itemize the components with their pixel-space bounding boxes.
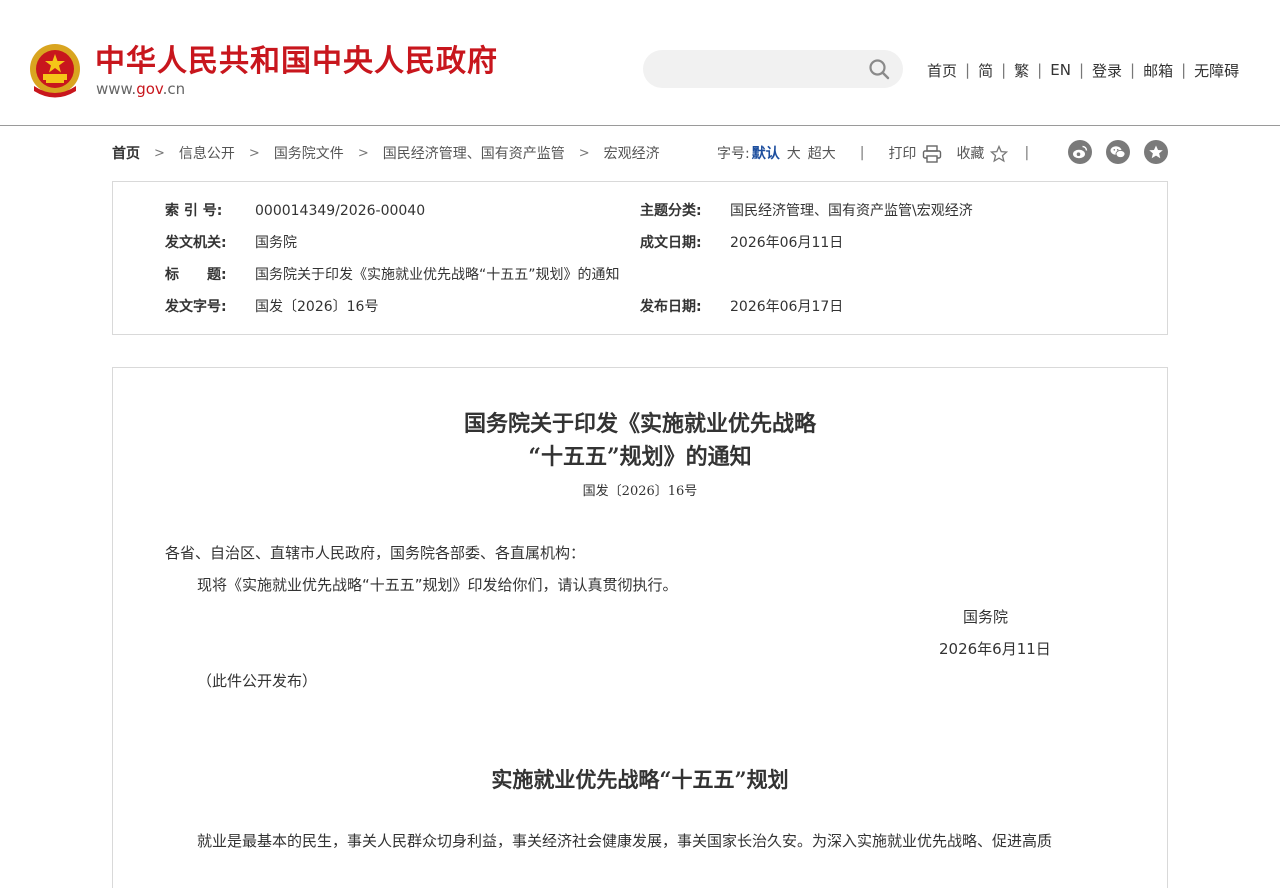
domain-suffix: .cn [162,80,186,98]
nav-english[interactable]: EN [1050,61,1071,79]
meta-written-label: 成文日期: [640,235,702,251]
breadcrumb-home[interactable]: 首页 [112,143,140,163]
print-label: 打印 [888,146,917,162]
meta-issuer-label: 发文机关: [165,235,227,251]
nav-traditional[interactable]: 繁 [1014,60,1029,81]
wechat-icon [1110,146,1126,159]
nav-separator: | [1001,61,1007,79]
nav-separator: | [1130,61,1136,79]
nav-separator: | [1181,61,1187,79]
nav-login[interactable]: 登录 [1092,60,1122,81]
article-signer: 国务院 [963,608,1009,626]
article-title-line-1: 国务院关于印发《实施就业优先战略 [463,411,816,437]
tools-separator: | [859,145,865,161]
search-input[interactable] [659,50,863,90]
domain-main: gov [136,80,163,98]
breadcrumb-state-council-docs[interactable]: 国务院文件 [274,143,344,163]
meta-published-label: 发布日期: [640,299,702,315]
meta-written-row: 成文日期: 2026年06月11日 [640,232,843,254]
meta-docno-value: 国发〔2026〕16号 [255,299,379,315]
breadcrumb-macro-economy[interactable]: 宏观经济 [604,143,660,163]
meta-title-value: 国务院关于印发《实施就业优先战略“十五五”规划》的通知 [255,267,620,283]
plan-title: 实施就业优先战略“十五五”规划 [491,767,789,792]
document-metadata: 索 引 号: 000014349/2026-00040 主题分类: 国民经济管理、国… [112,181,1168,335]
nav-separator: | [1078,61,1084,79]
article-sign-date: 2026年6月11日 [939,640,1051,658]
favorite-star-icon [1149,145,1163,159]
search-box [643,50,903,90]
print-button[interactable]: 打印 [888,143,942,163]
nav-separator: | [965,61,971,79]
breadcrumb-arrow-icon: > [578,145,590,161]
tools-separator: | [1024,145,1030,161]
breadcrumb-arrow-icon: > [248,145,260,161]
meta-issuer-row: 发文机关: 国务院 [165,232,297,254]
meta-index-row: 索 引 号: 000014349/2026-00040 [165,200,425,222]
font-size-xlarge[interactable]: 超大 [808,143,836,163]
share-favorite-button[interactable] [1144,140,1168,164]
meta-docno-row: 发文字号: 国发〔2026〕16号 [165,296,378,318]
site-domain[interactable]: www.gov.cn [96,80,185,98]
article-publication-note: （此件公开发布） [197,672,318,690]
weibo-icon [1073,145,1088,159]
meta-docno-label: 发文字号: [165,299,227,315]
site-name[interactable]: 中华人民共和国中央人民政府 [95,44,498,80]
font-size-large[interactable]: 大 [787,143,801,163]
favorite-label: 收藏 [956,146,985,162]
breadcrumb-info-disclosure[interactable]: 信息公开 [179,143,235,163]
font-size-default[interactable]: 默认 [752,143,780,163]
nav-separator: | [1037,61,1043,79]
nav-simplified[interactable]: 简 [978,60,993,81]
meta-index-value: 000014349/2026-00040 [255,203,426,219]
star-outline-icon [990,145,1009,163]
article-recipients: 各省、自治区、直辖市人民政府，国务院各部委、各直属机构： [165,544,586,562]
article-doc-number: 国发〔2026〕16号 [582,484,698,499]
meta-topic-label: 主题分类: [640,203,702,219]
meta-published-value: 2026年06月17日 [730,299,844,315]
breadcrumb: 首页 > 信息公开 > 国务院文件 > 国民经济管理、国有资产监管 > 宏观经济 [112,142,660,164]
search-icon[interactable] [868,58,890,80]
printer-icon [923,145,942,163]
font-size-label: 字号: [717,146,750,162]
meta-title-row: 标 题: 国务院关于印发《实施就业优先战略“十五五”规划》的通知 [165,264,620,286]
meta-published-row: 发布日期: 2026年06月17日 [640,296,843,318]
nav-accessibility[interactable]: 无障碍 [1194,60,1239,81]
breadcrumb-arrow-icon: > [357,145,369,161]
top-nav: 首页 | 简 | 繁 | EN | 登录 | 邮箱 | 无障碍 [927,58,1239,82]
nav-mailbox[interactable]: 邮箱 [1143,60,1173,81]
meta-written-value: 2026年06月11日 [730,235,844,251]
meta-title-label: 标 题: [165,267,227,283]
article-body-paragraph: 现将《实施就业优先战略“十五五”规划》印发给你们，请认真贯彻执行。 [197,576,678,594]
article-title-line-2: “十五五”规划》的通知 [528,444,752,470]
share-weibo-button[interactable] [1068,140,1092,164]
plan-first-paragraph: 就业是最基本的民生，事关人民群众切身利益，事关经济社会健康发展，事关国家长治久安… [197,832,1053,850]
meta-index-label: 索 引 号: [165,203,223,219]
favorite-button[interactable]: 收藏 [956,143,1009,163]
national-emblem-icon[interactable] [28,42,82,100]
meta-topic-row: 主题分类: 国民经济管理、国有资产监管\宏观经济 [640,200,973,222]
meta-topic-value: 国民经济管理、国有资产监管\宏观经济 [730,203,973,219]
breadcrumb-economy-management[interactable]: 国民经济管理、国有资产监管 [383,143,565,163]
nav-home[interactable]: 首页 [927,60,957,81]
article-title: 国务院关于印发《实施就业优先战略 “十五五”规划》的通知 [113,408,1167,474]
domain-prefix: www. [96,80,137,98]
article-body: 国务院关于印发《实施就业优先战略 “十五五”规划》的通知 国发〔2026〕16号… [112,367,1168,888]
breadcrumb-arrow-icon: > [154,145,165,161]
article-tools: 字号: 默认 大 超大 | 打印 收藏 | [717,142,1029,164]
meta-issuer-value: 国务院 [255,235,297,251]
share-wechat-button[interactable] [1106,140,1130,164]
site-header: 中华人民共和国中央人民政府 www.gov.cn 首页 | 简 | 繁 | EN… [0,0,1280,126]
